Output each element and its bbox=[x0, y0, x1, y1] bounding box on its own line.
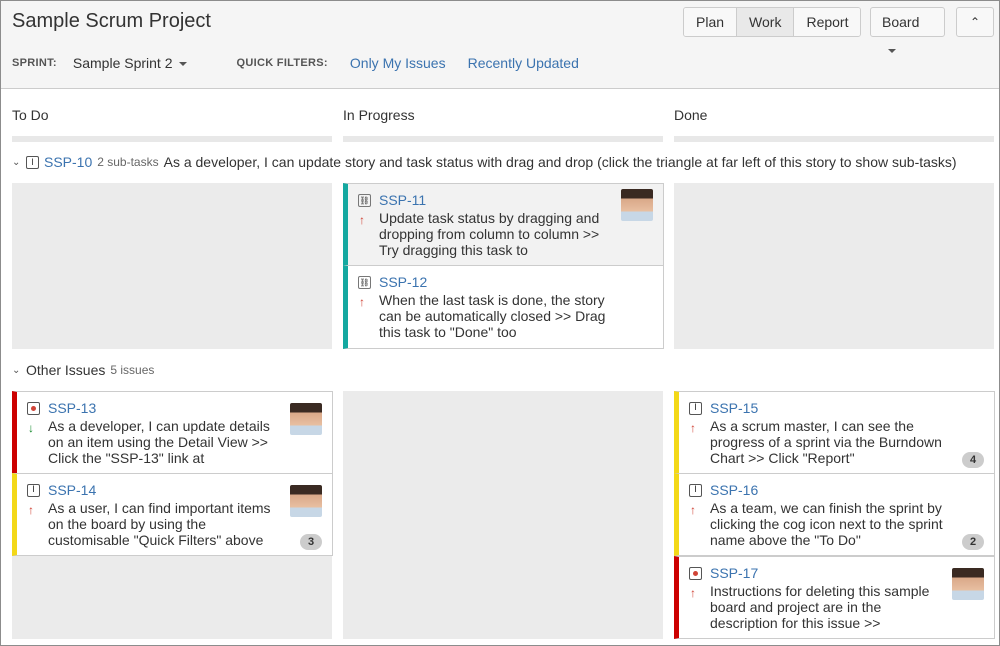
swimlane-other-header[interactable]: ⌄ Other Issues 5 issues bbox=[12, 362, 987, 378]
column-bar-done bbox=[674, 136, 994, 142]
priority-high-icon: ↑ bbox=[359, 295, 365, 309]
card-summary: When the last task is done, the story ca… bbox=[379, 292, 606, 340]
sprint-name: Sample Sprint 2 bbox=[72, 55, 173, 71]
mode-switcher: Plan Work Report bbox=[683, 7, 862, 37]
avatar bbox=[290, 403, 322, 435]
card-ssp-13[interactable]: SSP-13 ↓ As a developer, I can update de… bbox=[12, 391, 333, 474]
story-summary: As a developer, I can update story and t… bbox=[163, 154, 957, 170]
card-ssp-17[interactable]: SSP-17 ↑ Instructions for deleting this … bbox=[674, 556, 995, 639]
collapse-header-button[interactable]: ⌃ bbox=[956, 7, 994, 37]
in-progress-cell-other bbox=[343, 391, 663, 639]
status-badge: 2 bbox=[962, 534, 984, 550]
todo-cell-story bbox=[12, 183, 332, 349]
card-key-link[interactable]: SSP-15 bbox=[710, 400, 758, 416]
card-key-link[interactable]: SSP-13 bbox=[48, 400, 96, 416]
card-key-link[interactable]: SSP-17 bbox=[710, 565, 758, 581]
avatar bbox=[621, 189, 653, 221]
card-key-link[interactable]: SSP-16 bbox=[710, 482, 758, 498]
card-ssp-12[interactable]: SSP-12 ↑ When the last task is done, the… bbox=[343, 265, 664, 349]
board-menu-button[interactable]: Board bbox=[870, 7, 945, 54]
status-badge: 4 bbox=[962, 452, 984, 468]
column-header-done: Done bbox=[674, 107, 708, 123]
board-menu-label: Board bbox=[882, 14, 920, 30]
work-mode-button[interactable]: Work bbox=[736, 8, 794, 36]
quick-filters-label: QUICK FILTERS: bbox=[236, 57, 328, 69]
card-ssp-11[interactable]: SSP-11 ↑ Update task status by dragging … bbox=[343, 183, 664, 266]
priority-high-icon: ↑ bbox=[690, 421, 696, 435]
card-summary: As a scrum master, I can see the progres… bbox=[710, 418, 942, 466]
chevron-down-icon[interactable]: ⌄ bbox=[12, 157, 24, 168]
bug-icon bbox=[689, 567, 702, 580]
card-key-link[interactable]: SSP-11 bbox=[379, 192, 426, 208]
card-summary: As a user, I can find important items on… bbox=[48, 500, 271, 548]
card-summary: As a developer, I can update details on … bbox=[48, 418, 270, 466]
swimlane-story-header[interactable]: ⌄ I SSP-10 2 sub-tasks As a developer, I… bbox=[12, 154, 987, 170]
status-badge: 3 bbox=[300, 534, 322, 550]
priority-low-icon: ↓ bbox=[28, 421, 34, 435]
priority-high-icon: ↑ bbox=[690, 586, 696, 600]
column-bar-in-progress bbox=[343, 136, 663, 142]
sprint-selector[interactable]: Sample Sprint 2 bbox=[73, 55, 187, 71]
chevron-down-icon[interactable]: ⌄ bbox=[12, 365, 24, 376]
card-summary: Instructions for deleting this sample bo… bbox=[710, 583, 930, 631]
story-icon: I bbox=[26, 155, 39, 169]
card-ssp-14[interactable]: I SSP-14 ↑ As a user, I can find importa… bbox=[12, 473, 333, 556]
swimlane-title: Other Issues bbox=[26, 362, 106, 378]
report-mode-button[interactable]: Report bbox=[793, 8, 861, 36]
filter-bar: SPRINT: Sample Sprint 2 QUICK FILTERS: O… bbox=[12, 53, 579, 73]
subtask-icon bbox=[358, 276, 371, 289]
card-summary: As a team, we can finish the sprint by c… bbox=[710, 500, 943, 548]
story-key-link[interactable]: SSP-10 bbox=[44, 154, 92, 170]
page-title: Sample Scrum Project bbox=[12, 10, 211, 32]
swimlane-issue-count: 5 issues bbox=[110, 363, 155, 377]
chevron-down-icon bbox=[888, 49, 896, 54]
avatar bbox=[952, 568, 984, 600]
bug-icon bbox=[27, 402, 40, 415]
priority-high-icon: ↑ bbox=[28, 503, 34, 517]
sprint-label: SPRINT: bbox=[12, 57, 57, 69]
priority-high-icon: ↑ bbox=[690, 503, 696, 517]
card-ssp-15[interactable]: I SSP-15 ↑ As a scrum master, I can see … bbox=[674, 391, 995, 474]
board-window: Sample Scrum Project Plan Work Report Bo… bbox=[0, 0, 1000, 646]
column-header-todo: To Do bbox=[12, 107, 49, 123]
card-key-link[interactable]: SSP-14 bbox=[48, 482, 96, 498]
priority-high-icon: ↑ bbox=[359, 213, 365, 227]
board-header: Sample Scrum Project Plan Work Report Bo… bbox=[1, 1, 999, 89]
story-subtask-count: 2 sub-tasks bbox=[97, 155, 159, 169]
story-icon: I bbox=[27, 484, 40, 497]
avatar bbox=[290, 485, 322, 517]
quick-filter-only-my-issues[interactable]: Only My Issues bbox=[350, 55, 446, 71]
double-chevron-up-icon: ⌃ bbox=[969, 15, 981, 29]
plan-mode-button[interactable]: Plan bbox=[684, 8, 737, 36]
done-cell-story bbox=[674, 183, 994, 349]
story-icon: I bbox=[689, 484, 702, 497]
chevron-down-icon bbox=[178, 62, 187, 67]
card-key-link[interactable]: SSP-12 bbox=[379, 274, 427, 290]
card-summary: Update task status by dragging and dropp… bbox=[379, 210, 600, 258]
subtask-icon bbox=[358, 194, 371, 207]
column-header-in-progress: In Progress bbox=[343, 107, 415, 123]
story-icon: I bbox=[689, 402, 702, 415]
quick-filter-recently-updated[interactable]: Recently Updated bbox=[468, 55, 579, 71]
card-ssp-16[interactable]: I SSP-16 ↑ As a team, we can finish the … bbox=[674, 473, 995, 556]
column-bar-todo bbox=[12, 136, 332, 142]
